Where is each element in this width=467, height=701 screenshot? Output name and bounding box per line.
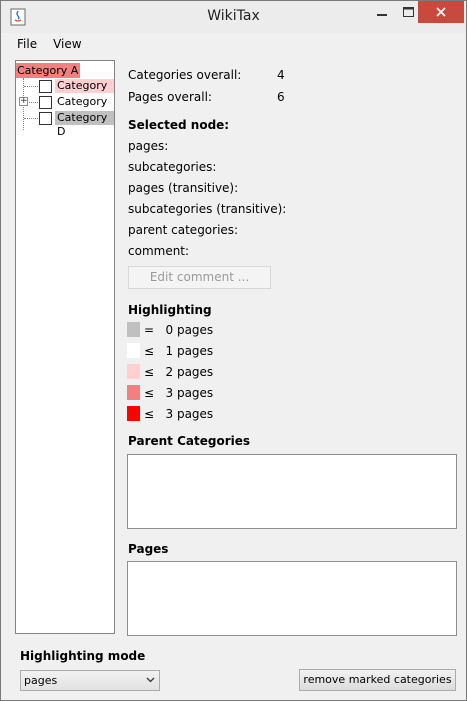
pages-heading: Pages <box>128 542 169 556</box>
legend-swatch-0 <box>127 322 140 337</box>
parent-categories-heading: Parent Categories <box>128 434 251 448</box>
minimize-icon <box>376 14 387 16</box>
legend-text-2: ≤ 2 pages <box>144 365 214 379</box>
title-bar: WikiTax <box>1 1 466 33</box>
legend-swatch-2 <box>127 364 140 379</box>
tree-connector <box>24 118 38 119</box>
legend-text-3: ≤ 3 pages <box>144 386 214 400</box>
menu-bar: File View <box>8 34 460 54</box>
minimize-button[interactable] <box>368 1 395 23</box>
parent-categories-list[interactable] <box>127 454 457 529</box>
selected-subcategories-label: subcategories: <box>128 160 217 174</box>
selected-comment-label: comment: <box>128 244 190 258</box>
tree-node-category-b[interactable]: Category B <box>55 79 114 106</box>
pages-overall-label: Pages overall: <box>128 90 212 104</box>
legend-swatch-3 <box>127 385 140 400</box>
menu-file[interactable]: File <box>8 34 45 54</box>
tree-node-category-c[interactable]: Category C <box>55 95 114 122</box>
selected-parent-categories-label: parent categories: <box>128 223 239 237</box>
close-icon <box>436 7 446 17</box>
legend-text-1: ≤ 1 pages <box>144 344 214 358</box>
tree-node-root[interactable]: Category A <box>16 63 81 78</box>
maximize-icon <box>403 7 414 17</box>
selected-subcategories-transitive-label: subcategories (transitive): <box>128 202 287 216</box>
selected-node-heading: Selected node: <box>128 118 230 132</box>
legend-text-0: = 0 pages <box>144 323 214 337</box>
selected-pages-label: pages: <box>128 139 169 153</box>
app-window: WikiTax File View Category A Category B … <box>0 0 467 701</box>
tree-node-category-d[interactable]: Category D <box>55 111 114 138</box>
tree-connector <box>24 86 38 87</box>
highlighting-mode-value: pages <box>24 674 58 687</box>
close-button[interactable] <box>418 1 464 23</box>
remove-marked-categories-button[interactable]: remove marked categories <box>299 669 456 691</box>
menu-view[interactable]: View <box>45 34 89 54</box>
pages-list[interactable] <box>127 561 457 636</box>
legend-swatch-1 <box>127 343 140 358</box>
legend-swatch-4 <box>127 406 140 421</box>
categories-overall-label: Categories overall: <box>128 68 242 82</box>
highlighting-heading: Highlighting <box>128 303 212 317</box>
expand-icon[interactable]: + <box>19 97 28 106</box>
edit-comment-button[interactable]: Edit comment ... <box>128 266 271 289</box>
checkbox-category-d[interactable] <box>39 112 52 125</box>
chevron-down-icon <box>146 677 155 683</box>
highlighting-mode-select[interactable]: pages <box>20 670 160 691</box>
checkbox-category-b[interactable] <box>39 80 52 93</box>
checkbox-category-c[interactable] <box>39 96 52 109</box>
selected-pages-transitive-label: pages (transitive): <box>128 181 239 195</box>
tree-connector <box>29 102 38 103</box>
legend-text-4: ≤ 3 pages <box>144 407 214 421</box>
category-tree[interactable]: Category A Category B + Category C Categ… <box>15 60 115 634</box>
highlighting-mode-label: Highlighting mode <box>20 649 146 663</box>
pages-overall-value: 6 <box>277 90 285 104</box>
categories-overall-value: 4 <box>277 68 285 82</box>
